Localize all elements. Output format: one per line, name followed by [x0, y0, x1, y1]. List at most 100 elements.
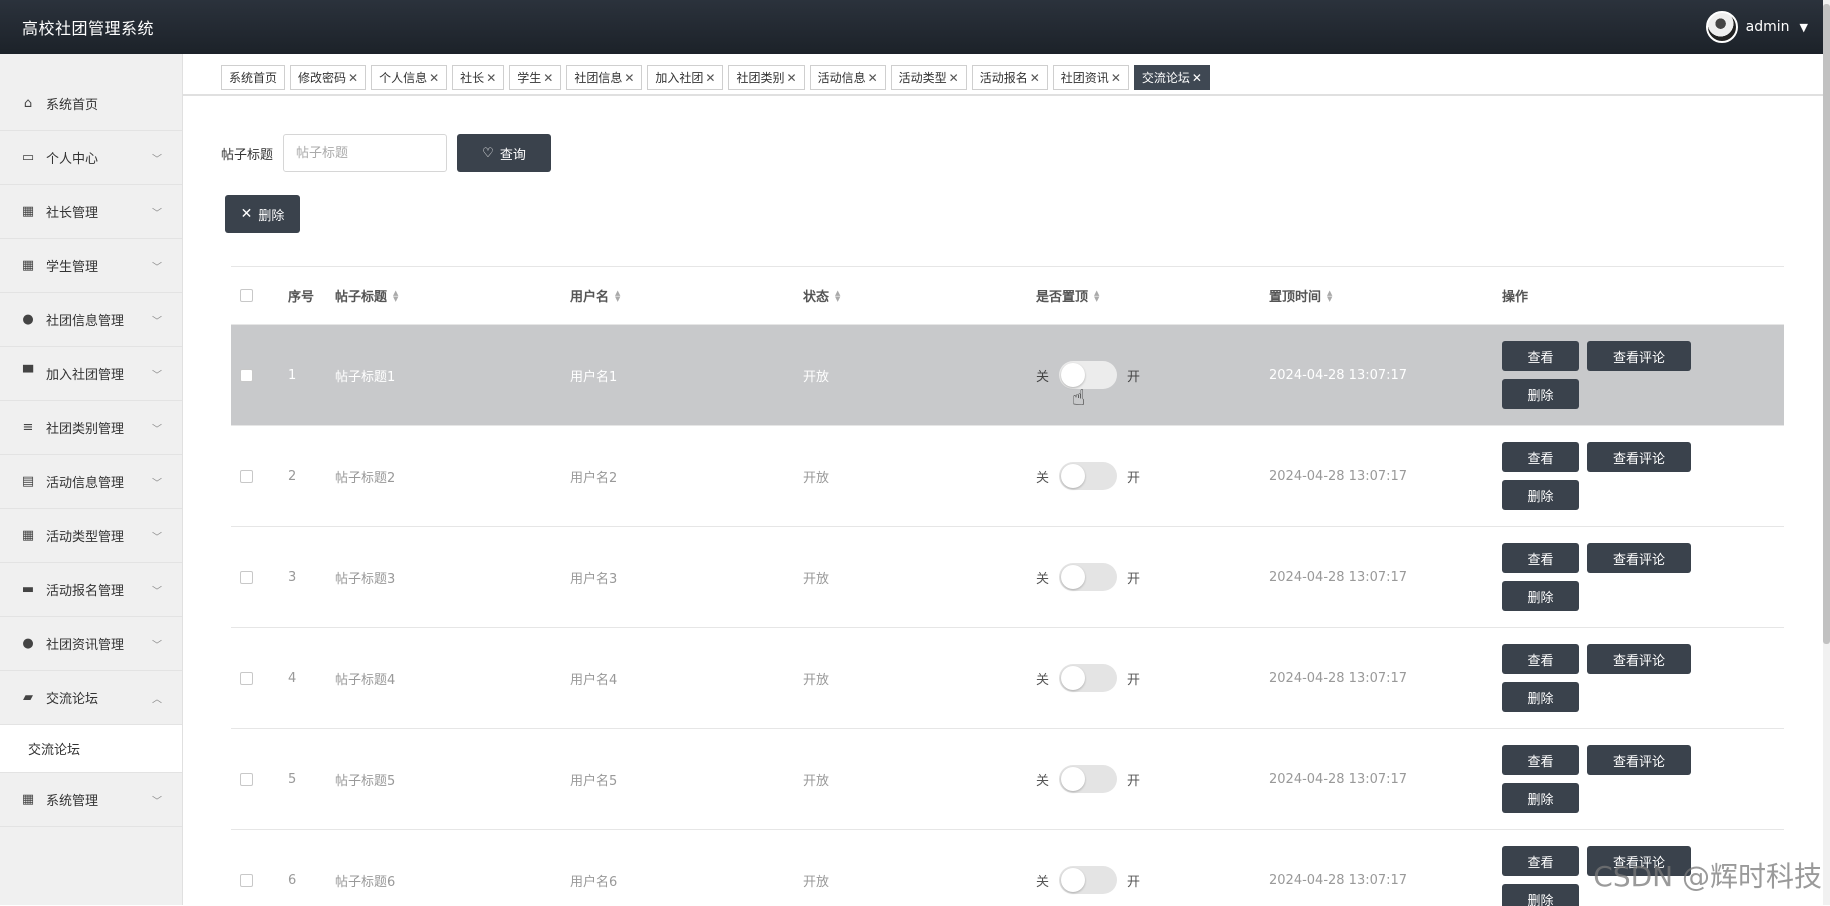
view-button[interactable]: 查看 [1502, 846, 1579, 876]
pinned-toggle[interactable] [1059, 765, 1117, 793]
tab[interactable]: 活动报名✕ [972, 65, 1048, 90]
tab[interactable]: 学生✕ [509, 65, 561, 90]
header-pin-time[interactable]: 置顶时间▲▼ [1269, 286, 1502, 305]
view-comments-button[interactable]: 查看评论 [1587, 846, 1691, 876]
tab[interactable]: 活动信息✕ [810, 65, 886, 90]
close-icon[interactable]: ✕ [1030, 71, 1040, 85]
sort-icon[interactable]: ▲▼ [1327, 290, 1332, 302]
tab[interactable]: 社团资讯✕ [1053, 65, 1129, 90]
sidebar-item[interactable]: ▦学生管理﹀ [0, 239, 182, 293]
sidebar-item[interactable]: ▤活动信息管理﹀ [0, 455, 182, 509]
view-button[interactable]: 查看 [1502, 543, 1579, 573]
toggle-knob[interactable] [1061, 565, 1085, 589]
user-menu[interactable]: admin ▼ [1706, 11, 1808, 43]
header-title[interactable]: 帖子标题▲▼ [335, 286, 570, 305]
search-button[interactable]: ♡ 查询 [457, 134, 551, 172]
sidebar-subitem[interactable]: 交流论坛 [0, 725, 182, 773]
view-button[interactable]: 查看 [1502, 745, 1579, 775]
sidebar-item[interactable]: ▭个人中心﹀ [0, 131, 182, 185]
delete-button[interactable]: 删除 [1502, 682, 1579, 712]
table-row[interactable]: 4 帖子标题4 用户名4 开放 关 开 2024-04-28 13:07:17 … [231, 628, 1784, 729]
batch-delete-button[interactable]: ✕ 删除 [225, 195, 300, 233]
tab[interactable]: 加入社团✕ [647, 65, 723, 90]
sidebar-item[interactable]: ●社团资讯管理﹀ [0, 617, 182, 671]
delete-button[interactable]: 删除 [1502, 884, 1579, 906]
view-button[interactable]: 查看 [1502, 644, 1579, 674]
row-checkbox[interactable] [240, 773, 253, 786]
pinned-toggle[interactable] [1059, 664, 1117, 692]
delete-button[interactable]: 删除 [1502, 581, 1579, 611]
select-all-checkbox[interactable] [240, 289, 253, 302]
tab[interactable]: 修改密码✕ [290, 65, 366, 90]
close-icon[interactable]: ✕ [429, 71, 439, 85]
view-comments-button[interactable]: 查看评论 [1587, 341, 1691, 371]
close-icon[interactable]: ✕ [624, 71, 634, 85]
delete-button[interactable]: 删除 [1502, 480, 1579, 510]
tab[interactable]: 个人信息✕ [371, 65, 447, 90]
sidebar-item[interactable]: ●社团信息管理﹀ [0, 293, 182, 347]
row-checkbox[interactable] [240, 369, 253, 382]
sidebar-item[interactable]: ≡社团类别管理﹀ [0, 401, 182, 455]
tab[interactable]: 系统首页 [221, 65, 285, 90]
row-checkbox[interactable] [240, 874, 253, 887]
username[interactable]: admin [1746, 19, 1790, 35]
sidebar-item[interactable]: ▰交流论坛︿ [0, 671, 182, 725]
toggle-knob[interactable] [1061, 868, 1085, 892]
table-row[interactable]: 2 帖子标题2 用户名2 开放 关 开 2024-04-28 13:07:17 … [231, 426, 1784, 527]
close-icon[interactable]: ✕ [868, 71, 878, 85]
close-icon[interactable]: ✕ [949, 71, 959, 85]
sidebar-item[interactable]: ▀加入社团管理﹀ [0, 347, 182, 401]
close-icon[interactable]: ✕ [348, 71, 358, 85]
header-status[interactable]: 状态▲▼ [803, 286, 1036, 305]
sort-icon[interactable]: ▲▼ [1094, 290, 1099, 302]
close-icon[interactable]: ✕ [1192, 71, 1202, 85]
table-row[interactable]: 5 帖子标题5 用户名5 开放 关 开 2024-04-28 13:07:17 … [231, 729, 1784, 830]
view-comments-button[interactable]: 查看评论 [1587, 745, 1691, 775]
tab[interactable]: 社团信息✕ [566, 65, 642, 90]
page-scrollbar[interactable] [1823, 0, 1830, 905]
close-icon[interactable]: ✕ [486, 71, 496, 85]
view-button[interactable]: 查看 [1502, 442, 1579, 472]
table-row[interactable]: 1 帖子标题1 用户名1 开放 关 开 2024-04-28 13:07:17 … [231, 325, 1784, 426]
sort-icon[interactable]: ▲▼ [393, 290, 398, 302]
header-pinned[interactable]: 是否置顶▲▼ [1036, 286, 1269, 305]
sidebar-item[interactable]: ▦社长管理﹀ [0, 185, 182, 239]
toggle-knob[interactable] [1061, 767, 1085, 791]
header-user[interactable]: 用户名▲▼ [570, 286, 803, 305]
pinned-toggle[interactable] [1059, 462, 1117, 490]
toggle-knob[interactable] [1061, 464, 1085, 488]
view-comments-button[interactable]: 查看评论 [1587, 644, 1691, 674]
close-icon[interactable]: ✕ [705, 71, 715, 85]
table-row[interactable]: 3 帖子标题3 用户名3 开放 关 开 2024-04-28 13:07:17 … [231, 527, 1784, 628]
sort-icon[interactable]: ▲▼ [835, 290, 840, 302]
tab[interactable]: 活动类型✕ [891, 65, 967, 90]
tab[interactable]: 社团类别✕ [728, 65, 804, 90]
pinned-toggle[interactable] [1059, 361, 1117, 389]
sort-icon[interactable]: ▲▼ [615, 290, 620, 302]
close-icon[interactable]: ✕ [787, 71, 797, 85]
pinned-toggle[interactable] [1059, 563, 1117, 591]
table-row[interactable]: 6 帖子标题6 用户名6 开放 关 开 2024-04-28 13:07:17 … [231, 830, 1784, 906]
close-icon[interactable]: ✕ [543, 71, 553, 85]
tab[interactable]: 社长✕ [452, 65, 504, 90]
delete-button[interactable]: 删除 [1502, 379, 1579, 409]
delete-button[interactable]: 删除 [1502, 783, 1579, 813]
view-button[interactable]: 查看 [1502, 341, 1579, 371]
sidebar-item[interactable]: ▬活动报名管理﹀ [0, 563, 182, 617]
avatar[interactable] [1706, 11, 1738, 43]
sidebar-item[interactable]: ▦系统管理﹀ [0, 773, 182, 827]
row-checkbox[interactable] [240, 470, 253, 483]
row-checkbox[interactable] [240, 571, 253, 584]
caret-down-icon[interactable]: ▼ [1800, 21, 1808, 34]
view-comments-button[interactable]: 查看评论 [1587, 543, 1691, 573]
scrollbar-thumb[interactable] [1823, 4, 1830, 644]
sidebar-item[interactable]: ⌂系统首页 [0, 77, 182, 131]
toggle-knob[interactable] [1061, 666, 1085, 690]
close-icon[interactable]: ✕ [1111, 71, 1121, 85]
tab[interactable]: 交流论坛✕ [1134, 65, 1210, 90]
view-comments-button[interactable]: 查看评论 [1587, 442, 1691, 472]
toggle-knob[interactable] [1061, 363, 1085, 387]
search-input[interactable] [283, 134, 447, 172]
sidebar-item[interactable]: ▦活动类型管理﹀ [0, 509, 182, 563]
row-checkbox[interactable] [240, 672, 253, 685]
